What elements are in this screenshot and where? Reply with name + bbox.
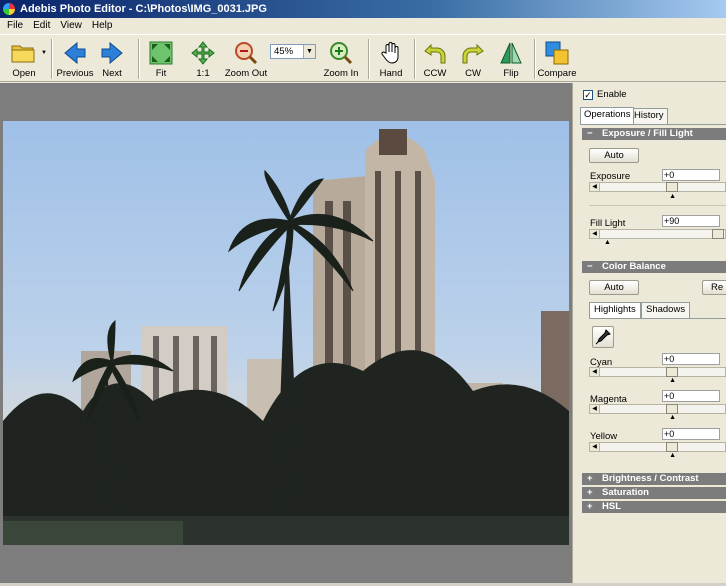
tab-operations[interactable]: Operations — [580, 107, 635, 124]
arrow-left-icon — [62, 40, 88, 66]
rotate-ccw-icon — [422, 40, 448, 66]
tab-divider — [580, 124, 726, 125]
exposure-center-tick-icon: ▲ — [669, 193, 677, 200]
menu-file[interactable]: File — [2, 18, 28, 34]
rotate-ccw-button[interactable]: CCW — [420, 37, 450, 81]
zoom-in-button[interactable]: Zoom In — [324, 37, 358, 81]
section-exposure-fill-light[interactable]: − Exposure / Fill Light — [582, 128, 726, 140]
enable-checkbox[interactable]: ✓ — [583, 90, 593, 100]
actual-size-button[interactable]: 1:1 — [188, 37, 218, 81]
expand-icon: + — [587, 501, 593, 512]
magenta-center-tick-icon: ▲ — [669, 414, 677, 421]
flip-button[interactable]: Flip — [496, 37, 526, 81]
menu-view[interactable]: View — [55, 18, 87, 34]
eyedropper-icon — [595, 329, 611, 345]
actual-size-icon — [190, 40, 216, 66]
subtab-shadows[interactable]: Shadows — [641, 302, 691, 318]
magenta-value-field[interactable]: +0 — [662, 390, 720, 402]
fit-button[interactable]: Fit — [146, 37, 176, 81]
slider-left-arrow-icon[interactable]: ◀ — [590, 405, 600, 413]
yellow-value-field[interactable]: +0 — [662, 428, 720, 440]
photo-preview — [3, 121, 569, 545]
hand-button[interactable]: Hand — [376, 37, 406, 81]
exposure-value-field[interactable]: +0 — [662, 169, 720, 181]
cyan-slider-thumb[interactable] — [666, 367, 679, 377]
fill-light-value-field[interactable]: +90 — [662, 215, 720, 227]
image-canvas[interactable] — [0, 83, 572, 586]
collapse-icon: − — [587, 261, 593, 272]
slider-left-arrow-icon[interactable]: ◀ — [590, 230, 600, 238]
compare-icon — [544, 40, 570, 66]
expand-icon: + — [587, 487, 593, 498]
flip-icon — [498, 40, 524, 66]
exposure-slider[interactable]: ◀ — [589, 182, 726, 192]
slider-left-arrow-icon[interactable]: ◀ — [590, 443, 600, 451]
magenta-slider[interactable]: ◀ — [589, 404, 726, 414]
app-icon — [3, 3, 15, 15]
fit-window-icon — [148, 40, 174, 66]
yellow-center-tick-icon: ▲ — [669, 452, 677, 459]
fill-light-slider[interactable]: ◀ — [589, 229, 726, 239]
tab-history[interactable]: History — [630, 108, 668, 124]
reset-button[interactable]: Re — [702, 280, 726, 295]
cyan-value-field[interactable]: +0 — [662, 353, 720, 365]
menu-help[interactable]: Help — [87, 18, 118, 34]
expand-icon: + — [587, 473, 593, 484]
menu-bar: File Edit View Help — [0, 18, 726, 34]
magenta-slider-thumb[interactable] — [666, 404, 679, 414]
open-button[interactable]: Open — [4, 37, 44, 81]
zoom-out-button[interactable]: Zoom Out — [224, 37, 268, 81]
exposure-label: Exposure — [590, 171, 631, 182]
zoom-in-icon — [328, 40, 354, 66]
section-hsl[interactable]: + HSL — [582, 501, 726, 513]
cyan-slider[interactable]: ◀ — [589, 367, 726, 377]
menu-edit[interactable]: Edit — [28, 18, 55, 34]
slider-left-arrow-icon[interactable]: ◀ — [590, 368, 600, 376]
open-dropdown-arrow[interactable]: ▼ — [40, 37, 48, 81]
folder-icon — [11, 40, 37, 66]
previous-button[interactable]: Previous — [55, 37, 95, 81]
checkmark-icon: ✓ — [584, 90, 592, 100]
divider — [589, 205, 726, 206]
auto-color-button[interactable]: Auto — [589, 280, 639, 295]
subtab-highlights[interactable]: Highlights — [589, 302, 641, 318]
arrow-right-icon — [99, 40, 125, 66]
section-color-balance[interactable]: − Color Balance — [582, 261, 726, 273]
toolbar: Open ▼ Previous Next Fit 1:1 Zoom Out Zo… — [0, 34, 726, 82]
zoom-out-icon — [233, 40, 259, 66]
auto-exposure-button[interactable]: Auto — [589, 148, 639, 163]
fill-light-zero-tick-icon: ▲ — [604, 239, 611, 246]
compare-button[interactable]: Compare — [537, 37, 577, 81]
window-title: Adebis Photo Editor - C:\Photos\IMG_0031… — [20, 3, 267, 15]
cyan-center-tick-icon: ▲ — [669, 377, 677, 384]
yellow-slider-thumb[interactable] — [666, 442, 679, 452]
rotate-cw-icon — [460, 40, 486, 66]
rotate-cw-button[interactable]: CW — [458, 37, 488, 81]
next-button[interactable]: Next — [98, 37, 126, 81]
enable-label: Enable — [597, 89, 627, 100]
yellow-slider[interactable]: ◀ — [589, 442, 726, 452]
section-saturation[interactable]: + Saturation — [582, 487, 726, 499]
exposure-slider-thumb[interactable] — [666, 182, 679, 192]
fill-light-label: Fill Light — [590, 218, 626, 229]
subtab-divider — [589, 318, 726, 319]
hand-icon — [378, 40, 404, 66]
fill-light-slider-thumb[interactable] — [711, 229, 724, 239]
section-brightness-contrast[interactable]: + Brightness / Contrast — [582, 473, 726, 485]
eyedropper-button[interactable] — [592, 326, 614, 348]
chevron-down-icon[interactable]: ▼ — [303, 45, 315, 58]
collapse-icon: − — [587, 128, 593, 139]
title-bar: Adebis Photo Editor - C:\Photos\IMG_0031… — [0, 0, 726, 18]
slider-left-arrow-icon[interactable]: ◀ — [590, 183, 600, 191]
yellow-label: Yellow — [590, 431, 618, 442]
zoom-select[interactable]: 45% ▼ — [270, 44, 316, 59]
